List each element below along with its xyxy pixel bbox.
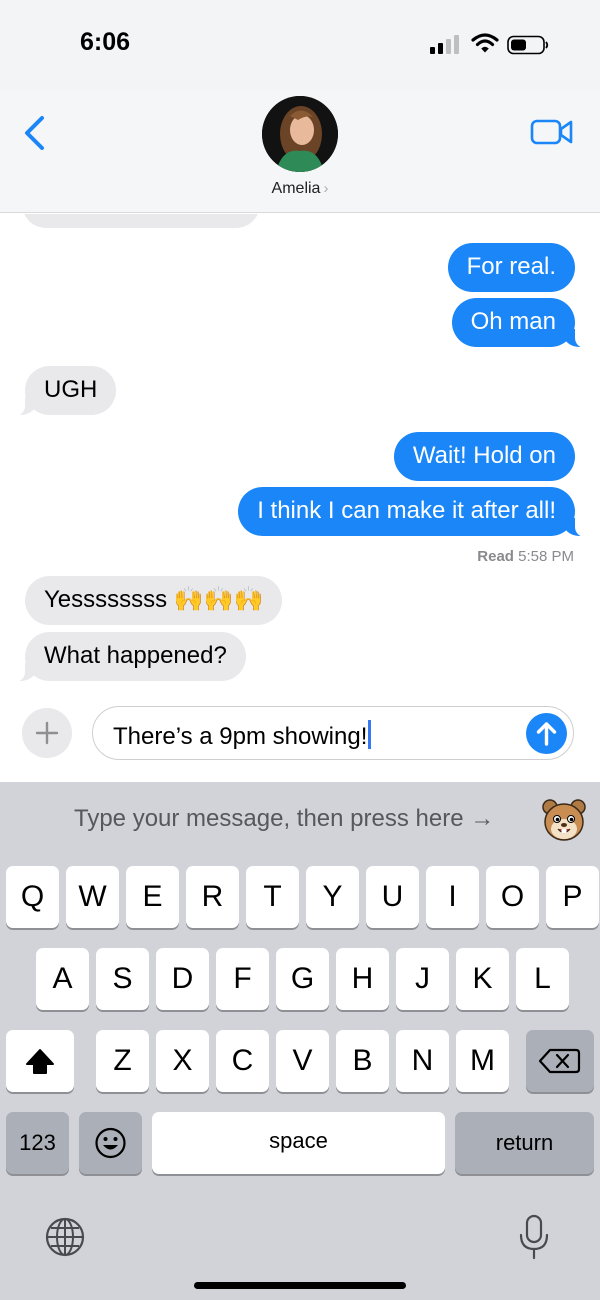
shift-icon bbox=[26, 1049, 54, 1074]
key[interactable]: B bbox=[336, 1030, 389, 1092]
key[interactable]: A bbox=[36, 948, 89, 1010]
message-list[interactable]: For real. Oh man UGH Wait! Hold on I thi… bbox=[0, 214, 600, 684]
key[interactable]: Q bbox=[6, 866, 59, 928]
emoji-icon bbox=[95, 1127, 126, 1159]
key[interactable]: P bbox=[546, 866, 599, 928]
partial-incoming-message bbox=[22, 214, 260, 228]
key[interactable]: K bbox=[456, 948, 509, 1010]
key[interactable]: R bbox=[186, 866, 239, 928]
contact-name-button[interactable]: Amelia › bbox=[0, 180, 600, 198]
key[interactable]: J bbox=[396, 948, 449, 1010]
globe-icon[interactable] bbox=[44, 1216, 86, 1258]
read-label: Read bbox=[477, 548, 514, 565]
text-caret bbox=[368, 720, 372, 749]
key[interactable]: M bbox=[456, 1030, 509, 1092]
key[interactable]: L bbox=[516, 948, 569, 1010]
message-bubble-incoming[interactable]: UGH bbox=[12, 366, 117, 416]
chevron-right-icon: › bbox=[323, 180, 329, 197]
conversation-header: Amelia › bbox=[0, 90, 600, 213]
key[interactable]: X bbox=[156, 1030, 209, 1092]
suggestion-bar-text[interactable]: Type your message, then press here → bbox=[74, 805, 494, 833]
battery-icon bbox=[507, 35, 549, 55]
delete-icon bbox=[538, 1048, 581, 1074]
status-time: 6:06 bbox=[80, 28, 131, 56]
back-chevron-icon[interactable] bbox=[22, 115, 48, 151]
key[interactable]: U bbox=[366, 866, 419, 928]
message-bubble-outgoing[interactable]: Wait! Hold on bbox=[393, 432, 575, 481]
message-bubble-incoming[interactable]: Yessssssss 🙌🙌🙌 bbox=[25, 576, 283, 625]
key[interactable]: S bbox=[96, 948, 149, 1010]
emoji-key[interactable] bbox=[79, 1112, 142, 1174]
key[interactable]: I bbox=[426, 866, 479, 928]
avatar[interactable] bbox=[262, 96, 338, 172]
read-time: 5:58 PM bbox=[518, 548, 574, 565]
key[interactable]: T bbox=[246, 866, 299, 928]
delete-key[interactable] bbox=[526, 1030, 594, 1092]
key[interactable]: H bbox=[336, 948, 389, 1010]
send-button[interactable] bbox=[526, 713, 567, 754]
plus-icon bbox=[35, 721, 59, 745]
return-key[interactable]: return bbox=[455, 1112, 594, 1174]
key[interactable]: Z bbox=[96, 1030, 149, 1092]
shift-key[interactable] bbox=[6, 1030, 74, 1092]
key[interactable]: Y bbox=[306, 866, 359, 928]
contact-name: Amelia bbox=[271, 180, 321, 197]
message-bubble-outgoing[interactable]: I think I can make it after all! bbox=[238, 487, 587, 537]
key[interactable]: N bbox=[396, 1030, 449, 1092]
message-input-text: There’s a 9pm showing! bbox=[113, 723, 368, 750]
keyboard: Type your message, then press here → Q W… bbox=[0, 782, 600, 1300]
numbers-key[interactable]: 123 bbox=[6, 1112, 69, 1174]
signal-icon bbox=[430, 34, 462, 54]
home-indicator[interactable] bbox=[194, 1282, 406, 1289]
add-attachment-button[interactable] bbox=[22, 708, 72, 758]
wifi-icon bbox=[471, 33, 499, 53]
message-composer: There’s a 9pm showing! bbox=[0, 684, 600, 782]
key[interactable]: E bbox=[126, 866, 179, 928]
space-key[interactable]: space bbox=[152, 1112, 445, 1174]
message-bubble-outgoing[interactable]: For real. bbox=[447, 243, 575, 292]
read-receipt: Read 5:58 PM bbox=[477, 548, 574, 565]
status-bar: 6:06 bbox=[0, 0, 600, 90]
key[interactable]: F bbox=[216, 948, 269, 1010]
key[interactable]: V bbox=[276, 1030, 329, 1092]
send-arrow-icon bbox=[536, 722, 557, 746]
key[interactable]: D bbox=[156, 948, 209, 1010]
key[interactable]: C bbox=[216, 1030, 269, 1092]
key[interactable]: O bbox=[486, 866, 539, 928]
key[interactable]: G bbox=[276, 948, 329, 1010]
hamster-icon[interactable] bbox=[540, 796, 588, 844]
microphone-icon[interactable] bbox=[518, 1214, 550, 1260]
message-input[interactable]: There’s a 9pm showing! bbox=[92, 706, 574, 760]
message-bubble-outgoing[interactable]: Oh man bbox=[451, 298, 588, 348]
message-bubble-incoming[interactable]: What happened? bbox=[13, 632, 246, 682]
key[interactable]: W bbox=[66, 866, 119, 928]
video-call-icon[interactable] bbox=[530, 118, 574, 146]
